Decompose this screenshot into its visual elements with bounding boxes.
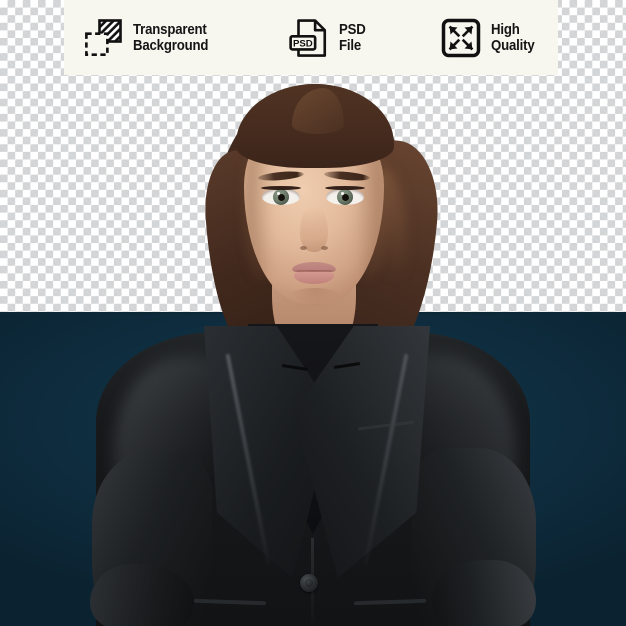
psd-file-icon: PSD [289, 18, 327, 57]
lip-line [293, 270, 335, 272]
feature-label: PSD File [339, 20, 367, 54]
eye-glint-left [276, 191, 280, 195]
eye-right [326, 188, 364, 205]
black-blazer [90, 324, 536, 626]
nostril-left [300, 246, 307, 250]
feature-label: High Quality [490, 20, 535, 54]
feature-banner: Transparent Background PSD PSD File High… [64, 0, 558, 75]
feature-transparent-background: Transparent Background [82, 17, 219, 59]
feature-label: Transparent Background [133, 20, 209, 54]
chin-shadow [288, 288, 342, 306]
feature-psd-file: PSD PSD File [288, 17, 369, 59]
mockup-canvas: Transparent Background PSD PSD File High… [0, 0, 626, 626]
blazer-button [300, 574, 318, 592]
eyelid-left [261, 186, 301, 190]
feature-high-quality: High Quality [440, 17, 540, 59]
businesswoman-portrait [0, 0, 626, 626]
eye-left [262, 188, 300, 205]
iris-left [273, 189, 289, 205]
psd-icon-text: PSD [293, 38, 313, 49]
iris-right [337, 189, 353, 205]
eye-glint-right [340, 191, 344, 195]
eyelid-right [325, 186, 365, 190]
transparent-background-icon [85, 18, 122, 56]
high-quality-expand-icon [441, 18, 480, 57]
nostril-right [321, 246, 328, 250]
